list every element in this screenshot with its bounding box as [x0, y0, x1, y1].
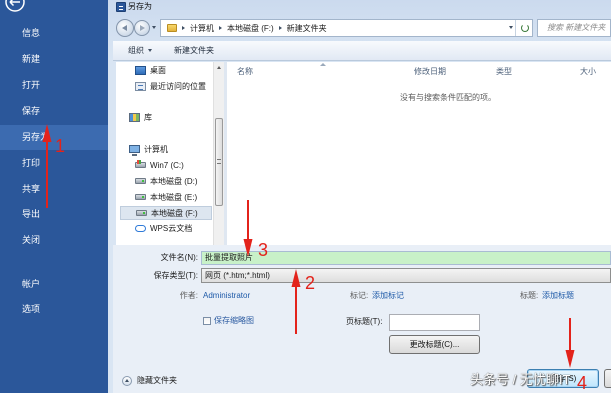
filetype-label: 保存类型(T): — [153, 271, 198, 280]
filename-input[interactable]: 批量提取照片 — [201, 251, 611, 265]
cloud-icon — [135, 224, 146, 232]
address-dropdown-icon[interactable] — [509, 26, 513, 29]
recent-locations-chevron-icon[interactable] — [152, 26, 156, 29]
nav-item-wps-cloud[interactable]: WPS云文档 — [116, 221, 212, 235]
nav-item-computer[interactable]: 计算机 — [116, 142, 212, 156]
nav-item-label: 桌面 — [150, 65, 166, 75]
sidebar-item-info[interactable]: 信息 — [0, 21, 108, 46]
sidebar-item-save-as[interactable]: 另存为 — [0, 125, 108, 150]
nav-item-label: 本地磁盘 (E:) — [150, 192, 198, 202]
sidebar-item-new[interactable]: 新建 — [0, 47, 108, 72]
watermark: 头条号 / 无忧聊IT — [470, 372, 571, 387]
desktop-icon — [135, 65, 146, 75]
chevron-right-icon[interactable] — [182, 26, 185, 30]
system-drive-icon — [135, 160, 146, 168]
back-arrow-icon[interactable] — [4, 0, 28, 13]
nav-item-desktop[interactable]: 桌面 — [116, 63, 212, 77]
author-value[interactable]: Administrator — [203, 290, 250, 302]
breadcrumb-computer[interactable]: 计算机 — [190, 23, 214, 34]
folder-icon — [167, 24, 177, 32]
nav-item-label: 本地磁盘 (D:) — [150, 176, 198, 186]
refresh-button[interactable] — [515, 20, 532, 36]
new-folder-label: 新建文件夹 — [174, 46, 214, 55]
drive-icon — [135, 178, 146, 184]
sidebar-item-close[interactable]: 关闭 — [0, 228, 108, 253]
tags-label: 标记: — [350, 291, 369, 300]
drive-icon — [136, 210, 147, 216]
column-header-size[interactable]: 大小 — [580, 67, 596, 77]
title-label: 标题: — [520, 291, 539, 300]
address-bar[interactable]: 计算机 本地磁盘 (F:) 新建文件夹 — [160, 19, 533, 37]
navigation-pane: 桌面 最近访问的位置 库 计算机 Win7 (C:) 本地磁盘 (D:) 本地磁… — [116, 62, 224, 245]
chevron-down-icon — [148, 49, 152, 52]
scroll-up-icon[interactable] — [217, 66, 221, 69]
chevron-right-icon[interactable] — [219, 26, 222, 30]
nav-item-drive-e[interactable]: 本地磁盘 (E:) — [116, 190, 212, 204]
sidebar-item-export[interactable]: 导出 — [0, 202, 108, 227]
dialog-title: 另存为 — [128, 2, 152, 11]
scrollbar-thumb[interactable] — [215, 118, 223, 206]
sidebar-item-options[interactable]: 选项 — [0, 297, 108, 322]
back-button[interactable] — [116, 19, 134, 37]
empty-results-message: 没有与搜索条件匹配的项。 — [400, 93, 496, 102]
nav-item-libraries[interactable]: 库 — [116, 110, 212, 124]
hide-folders-toggle[interactable]: 隐藏文件夹 — [137, 375, 177, 387]
file-list: 名称 修改日期 类型 大小 没有与搜索条件匹配的项。 — [227, 62, 611, 245]
sidebar-item-share[interactable]: 共享 — [0, 177, 108, 202]
column-header-type[interactable]: 类型 — [496, 67, 512, 77]
change-title-button[interactable]: 更改标题(C)... — [389, 335, 480, 354]
drive-icon — [135, 194, 146, 200]
sort-ascending-icon — [320, 63, 326, 66]
filename-label: 文件名(N): — [160, 253, 198, 262]
refresh-icon — [520, 24, 529, 32]
sidebar-item-print[interactable]: 打印 — [0, 151, 108, 176]
chevron-up-icon[interactable] — [122, 376, 132, 386]
breadcrumb-drive-f[interactable]: 本地磁盘 (F:) — [227, 23, 274, 34]
nav-item-drive-f[interactable]: 本地磁盘 (F:) — [120, 206, 212, 220]
sidebar-item-save[interactable]: 保存 — [0, 99, 108, 124]
search-input[interactable]: 搜索 新建文件夹 — [537, 19, 611, 37]
word-icon — [116, 2, 126, 12]
nav-item-label: 最近访问的位置 — [150, 81, 206, 91]
nav-item-drive-d[interactable]: 本地磁盘 (D:) — [116, 174, 212, 188]
nav-item-label: 计算机 — [144, 144, 168, 154]
nav-item-recent-places[interactable]: 最近访问的位置 — [116, 79, 212, 93]
recent-places-icon — [135, 81, 146, 91]
save-thumbnail-label[interactable]: 保存缩略图 — [214, 315, 254, 327]
breadcrumb-new-folder[interactable]: 新建文件夹 — [287, 23, 327, 34]
nav-item-label: WPS云文档 — [150, 223, 193, 233]
forward-button[interactable] — [134, 20, 150, 36]
chevron-right-icon[interactable] — [278, 26, 282, 30]
page-title-label: 页标题(T): — [346, 317, 383, 326]
dialog-toolbar: 组织 新建文件夹 — [113, 41, 611, 61]
column-header-name[interactable]: 名称 — [237, 67, 253, 77]
nav-item-label: 库 — [144, 112, 152, 122]
nav-item-label: Win7 (C:) — [150, 160, 184, 170]
column-header-modified[interactable]: 修改日期 — [414, 67, 446, 77]
sidebar-item-open[interactable]: 打开 — [0, 73, 108, 98]
save-thumbnail-checkbox[interactable] — [203, 317, 211, 325]
sidebar-item-account[interactable]: 帐户 — [0, 272, 108, 297]
page-title-input[interactable] — [389, 314, 480, 331]
backstage-sidebar: 信息 新建 打开 保存 另存为 打印 共享 导出 关闭 帐户 选项 — [0, 0, 108, 393]
nav-item-drive-c[interactable]: Win7 (C:) — [116, 158, 212, 172]
organize-label: 组织 — [128, 46, 144, 55]
author-label: 作者: — [179, 291, 198, 300]
organize-button[interactable]: 组织 — [128, 41, 152, 60]
new-folder-button[interactable]: 新建文件夹 — [174, 41, 214, 60]
computer-icon — [129, 145, 140, 156]
nav-item-label: 本地磁盘 (F:) — [151, 208, 198, 218]
nav-scrollbar[interactable] — [213, 62, 224, 245]
library-icon — [129, 112, 140, 122]
filetype-select[interactable]: 网页 (*.htm;*.html) — [201, 268, 611, 283]
save-as-dialog: 另存为 计算机 本地磁盘 (F:) 新建文件夹 搜索 新建文件夹 组织 新建文件… — [108, 0, 611, 393]
add-tags-link[interactable]: 添加标记 — [372, 290, 404, 302]
add-title-link[interactable]: 添加标题 — [542, 290, 574, 302]
